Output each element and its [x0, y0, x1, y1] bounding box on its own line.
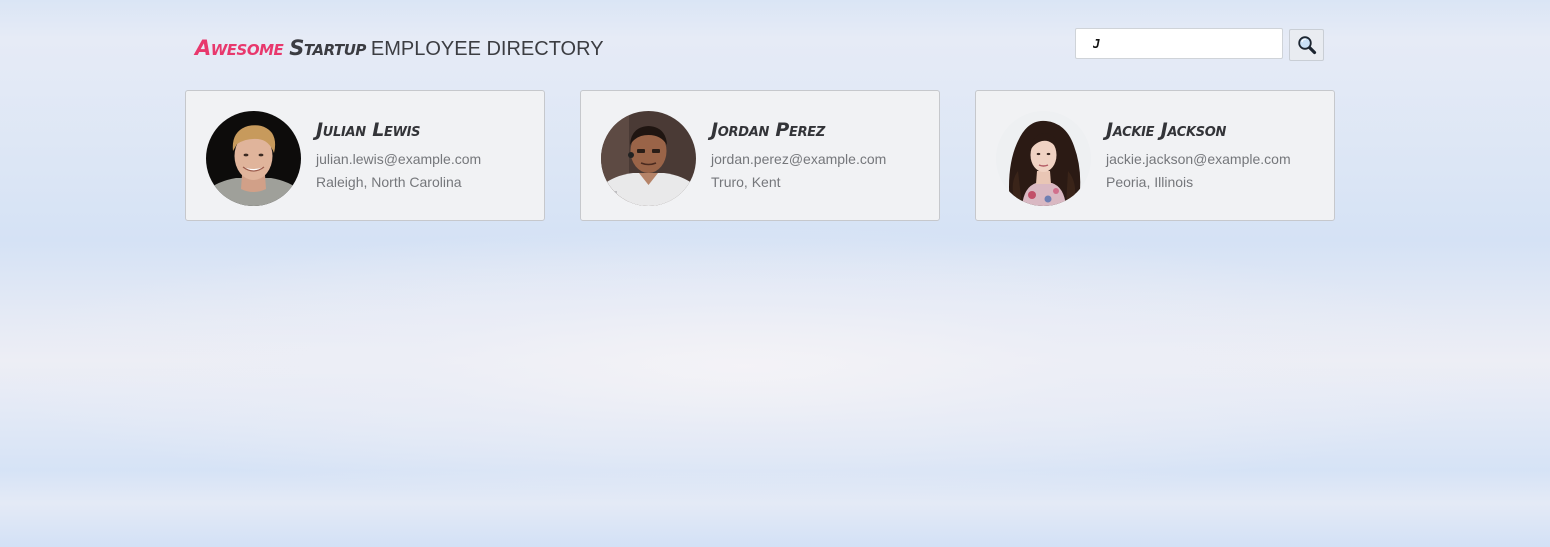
employee-email: jackie.jackson@example.com: [1106, 151, 1291, 167]
employee-location: Truro, Kent: [711, 174, 781, 190]
employee-avatar: [206, 111, 301, 206]
page-title: EMPLOYEE DIRECTORY: [370, 38, 604, 60]
employee-card: Jordan Perez jordan.perez@example.com Tr…: [580, 90, 940, 221]
employee-email: jordan.perez@example.com: [711, 151, 887, 167]
magnifier-icon: [1297, 36, 1316, 55]
brand-startup: Startup: [289, 36, 366, 60]
employee-name: Julian Lewis: [316, 119, 421, 141]
employee-location: Raleigh, North Carolina: [316, 174, 462, 190]
search-button[interactable]: [1289, 29, 1324, 61]
employee-card: Jackie Jackson jackie.jackson@example.co…: [975, 90, 1335, 221]
employee-name: Jackie Jackson: [1106, 119, 1227, 141]
employee-name: Jordan Perez: [711, 119, 826, 141]
employee-card: Julian Lewis julian.lewis@example.com Ra…: [185, 90, 545, 221]
employee-avatar: [601, 111, 696, 206]
brand-awesome: Awesome: [195, 36, 284, 60]
page-header: Awesome Startup EMPLOYEE DIRECTORY: [195, 36, 604, 66]
employee-location: Peoria, Illinois: [1106, 174, 1194, 190]
employee-email: julian.lewis@example.com: [316, 151, 482, 167]
search-input[interactable]: [1075, 28, 1283, 59]
employee-avatar: [996, 111, 1091, 206]
